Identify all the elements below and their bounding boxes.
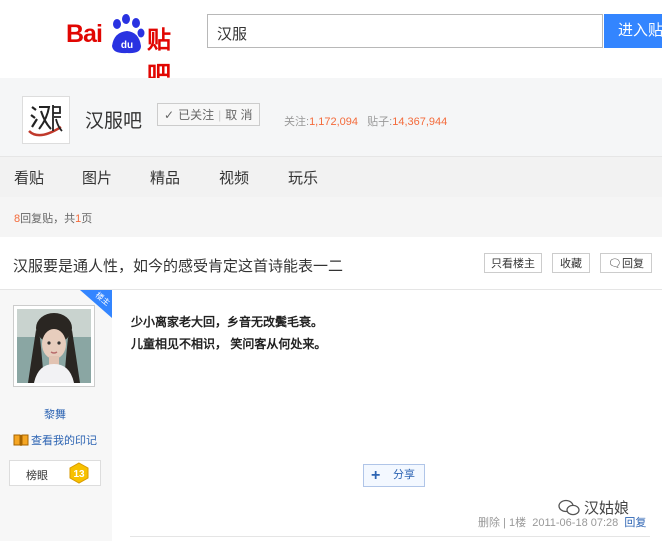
follow-label: 已关注 xyxy=(178,108,215,122)
forum-stats: 关注:1,172,094 贴子:14,367,944 xyxy=(284,113,447,129)
tab-posts[interactable]: 看贴 xyxy=(14,167,44,188)
logo-bai: Bai xyxy=(66,20,103,48)
comment-icon: 🗨 xyxy=(608,258,622,270)
pager-text: 8回复贴，共1页 xyxy=(14,210,92,226)
unfollow-button[interactable]: 取 消 xyxy=(225,104,252,125)
tab-videos[interactable]: 视频 xyxy=(219,167,249,188)
logo-du: du xyxy=(121,40,133,51)
divider: | xyxy=(218,108,222,122)
follow-button[interactable]: ✓ 已关注 | 取 消 xyxy=(157,103,260,126)
post-count: 14,367,944 xyxy=(392,116,448,128)
post-reply-link[interactable]: 回复 xyxy=(624,517,646,529)
enter-forum-button[interactable]: 进入贴吧 xyxy=(604,14,662,48)
search-input[interactable]: 汉服 xyxy=(207,14,603,48)
forum-nav: 看贴 图片 精品 视频 玩乐 xyxy=(0,156,662,197)
floor-number: 1楼 xyxy=(508,517,527,529)
level-name: 榜眼 xyxy=(26,470,48,482)
paw-icon: du xyxy=(112,14,145,54)
watermark-text: 汉姑娘 xyxy=(584,500,630,517)
favorite-button[interactable]: 收藏 xyxy=(552,253,590,273)
level-badge-icon: 13 xyxy=(69,462,89,484)
pager-suffix: 页 xyxy=(81,213,93,225)
only-op-button[interactable]: 只看楼主 xyxy=(484,253,542,273)
divider-line xyxy=(130,536,650,537)
thread-title: 汉服要是通人性，如今的感受肯定这首诗能表一二 xyxy=(13,258,344,275)
hanfu-logo-icon xyxy=(28,105,63,137)
view-marks-link[interactable]: 查看我的印记 xyxy=(13,432,97,448)
post-time: 2011-06-18 07:28 xyxy=(532,517,619,529)
watermark: 汉姑娘 xyxy=(558,497,629,518)
book-icon xyxy=(13,434,29,446)
forum-name: 汉服吧 xyxy=(85,111,143,132)
reply-button-label: 回复 xyxy=(621,258,644,270)
pager-mid: 回复贴，共 xyxy=(20,213,76,225)
delete-link[interactable]: 删除 xyxy=(478,517,500,529)
view-marks-label: 查看我的印记 xyxy=(31,435,97,447)
post-count-label: 贴子: xyxy=(367,116,393,128)
follow-count-label: 关注: xyxy=(284,116,310,128)
share-button[interactable]: + 分享 xyxy=(363,464,425,487)
avatar-image xyxy=(17,309,91,383)
tab-fun[interactable]: 玩乐 xyxy=(288,167,318,188)
user-level[interactable]: 榜眼 13 xyxy=(9,460,101,486)
tab-featured[interactable]: 精品 xyxy=(150,167,180,188)
pager-bar: 8回复贴，共1页 xyxy=(0,197,662,237)
author-name[interactable]: 黎舞 xyxy=(44,406,66,422)
post-line-2: 儿童相见不相识， 笑问客从何处来。 xyxy=(131,337,327,351)
op-badge: 楼主 xyxy=(80,290,112,318)
wechat-icon xyxy=(558,499,580,515)
tab-images[interactable]: 图片 xyxy=(82,167,112,188)
forum-avatar[interactable] xyxy=(22,96,70,144)
reply-button[interactable]: 🗨回复 xyxy=(600,253,652,273)
share-label: 分享 xyxy=(393,469,415,481)
check-icon: ✓ xyxy=(164,108,175,122)
plus-icon: + xyxy=(371,467,381,484)
follow-count: 1,172,094 xyxy=(309,116,358,128)
post-line-1: 少小离家老大回，乡音无改鬓毛衰。 xyxy=(131,315,324,329)
level-number: 13 xyxy=(73,469,85,480)
